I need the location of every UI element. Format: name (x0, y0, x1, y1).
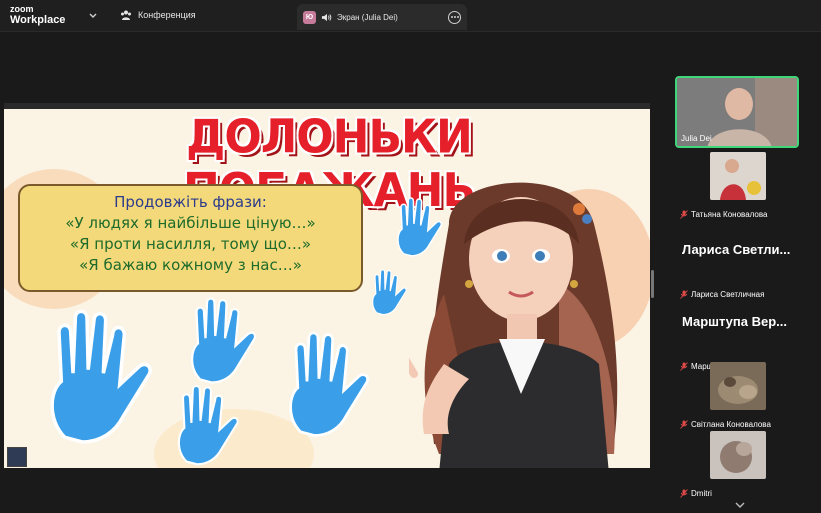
mic-muted-icon (680, 489, 688, 498)
phrase-line: «У людях я найбільше ціную…» (65, 214, 316, 232)
participant-name-row: Світлана Коновалова (680, 420, 771, 429)
phrases-heading: Продовжіть фрази: (114, 193, 267, 211)
mic-muted-icon (680, 420, 688, 429)
screen-share-label: Экран (Julia Dei) (337, 12, 398, 22)
handprint-icon (50, 309, 152, 444)
brand-line-2: Workplace (10, 14, 66, 26)
mic-muted-icon (680, 290, 688, 299)
chevron-down-icon[interactable] (733, 500, 747, 510)
participant-tile-tatiana[interactable]: Татьяна Коновалова (676, 152, 800, 222)
video-feed (710, 431, 766, 479)
conference-menu[interactable]: Конференция (120, 9, 196, 21)
handprint-icon (289, 331, 369, 437)
participant-name: Julia Dei (681, 134, 712, 143)
shared-screen: ДОЛОНЬКИ ПОБАЖАНЬ Продовжіть фрази: «У л… (4, 103, 650, 468)
video-feed (710, 152, 766, 200)
chevron-down-icon[interactable] (86, 9, 100, 23)
phrase-line: «Я бажаю кожному з нас…» (79, 256, 302, 274)
handprint-icon (190, 297, 257, 384)
phrase-line: «Я проти насилля, тому що…» (69, 235, 312, 253)
more-options-icon[interactable] (448, 10, 461, 24)
participant-name-row: Лариса Светличная (680, 290, 764, 299)
participant-display-name: Лариса Светли... (682, 242, 791, 257)
participant-tile-larisa[interactable]: Лариса Светли... Лариса Светличная (676, 232, 800, 302)
participant-name-row: Татьяна Коновалова (680, 210, 767, 219)
participant-tile-dmitri[interactable]: Dmitri (676, 431, 800, 501)
handprint-icon (177, 384, 239, 466)
participant-name: Світлана Коновалова (691, 420, 771, 429)
panel-resize-handle[interactable] (651, 270, 654, 298)
participant-name: Татьяна Коновалова (691, 210, 768, 219)
screen-share-tab[interactable]: Ю Экран (Julia Dei) (297, 4, 467, 30)
participant-tile-julia-dei[interactable]: Julia Dei (675, 76, 799, 148)
speaker-icon[interactable] (321, 12, 332, 23)
handprint-icon (372, 269, 407, 316)
conference-label: Конференция (138, 10, 196, 20)
participant-name-row: Dmitri (680, 489, 712, 498)
participant-tile-svitlana[interactable]: Світлана Коновалова (676, 362, 800, 432)
participants-icon (121, 10, 131, 20)
top-bar: zoom Workplace Конференция Ю Экран (Juli… (0, 0, 821, 32)
mic-muted-icon (680, 210, 688, 219)
zoom-workplace-logo[interactable]: zoom Workplace (10, 4, 65, 26)
participant-name: Лариса Светличная (691, 290, 765, 299)
participant-display-name: Марштупа Вер... (682, 314, 788, 329)
girl-illustration (409, 182, 618, 468)
presenter-avatar-badge: Ю (303, 10, 316, 24)
participant-name: Dmitri (691, 489, 712, 498)
video-feed (710, 362, 766, 410)
phrases-box: Продовжіть фрази: «У людях я найбільше ц… (18, 184, 363, 292)
slide-corner-square (7, 447, 27, 467)
